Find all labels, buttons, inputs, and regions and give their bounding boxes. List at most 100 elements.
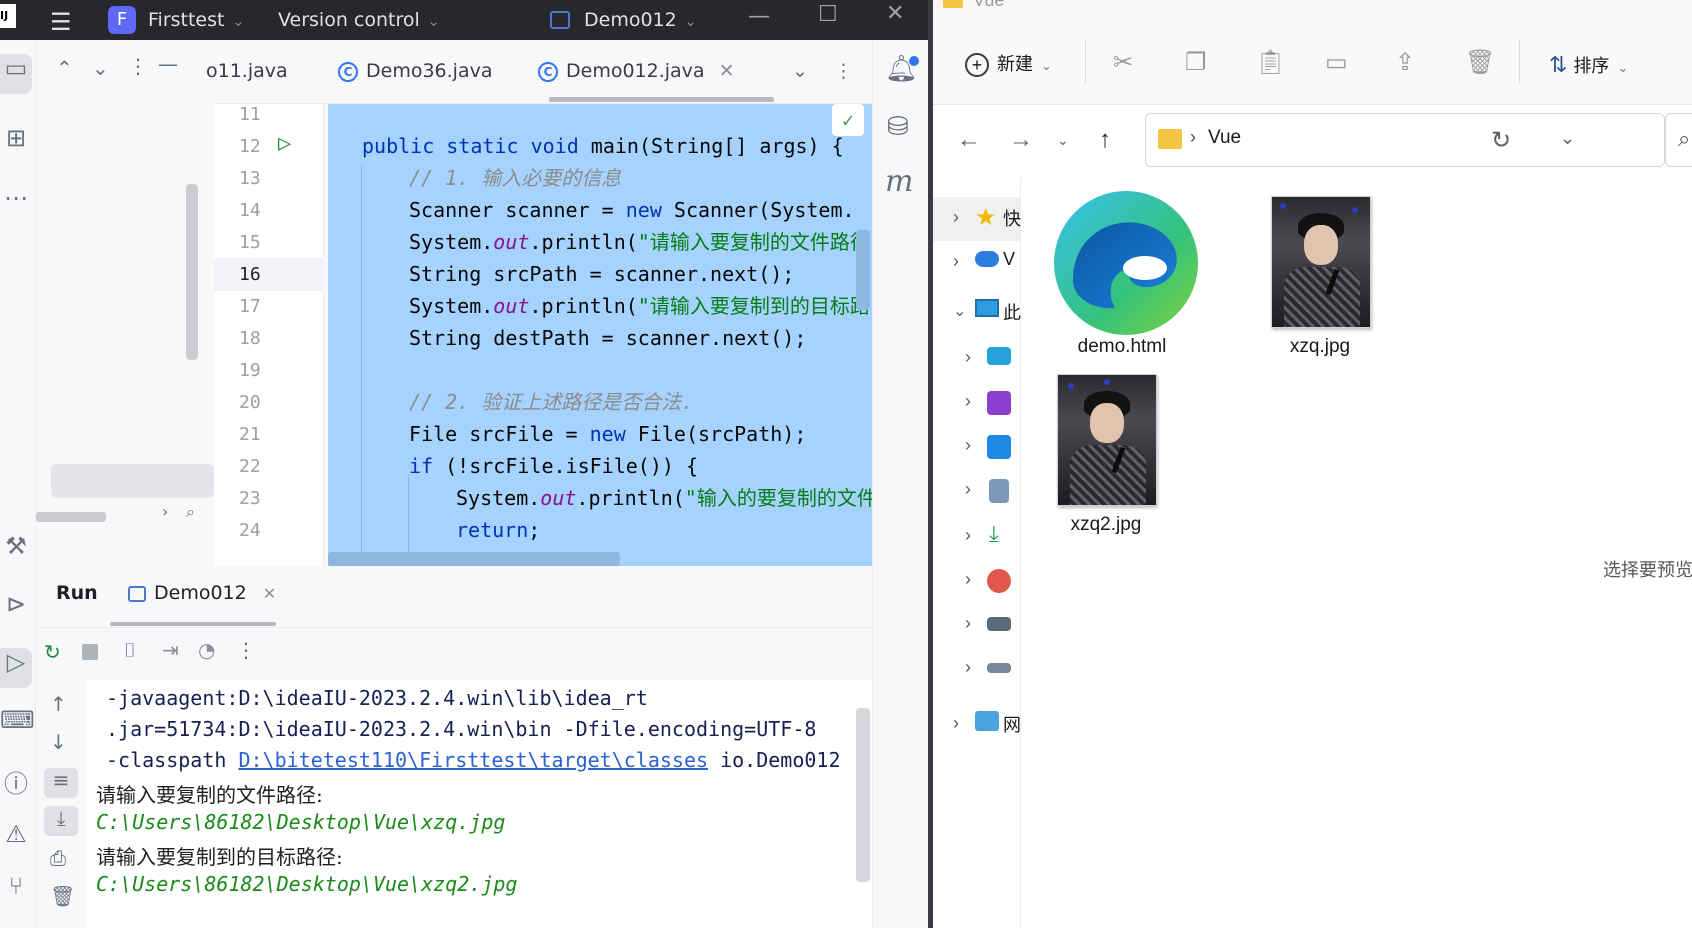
nav-network[interactable]: › 网	[933, 703, 1021, 747]
maven-icon[interactable]: m	[885, 164, 913, 199]
run-gutter-icon[interactable]: ▷	[278, 131, 291, 156]
git-icon[interactable]: ⑂	[0, 872, 32, 912]
nav-onedrive[interactable]: › V	[933, 241, 1021, 285]
delete-icon[interactable]: 🗑︎	[1465, 48, 1495, 77]
options-icon[interactable]: ⋮	[128, 54, 148, 78]
editor-horizontal-scrollbar[interactable]	[328, 552, 620, 566]
structure-icon[interactable]: ⊞	[0, 124, 32, 164]
folder-icon	[1158, 129, 1182, 149]
back-arrow-icon[interactable]: ←	[957, 126, 981, 154]
rename-icon[interactable]: ▭	[1325, 48, 1348, 77]
line-number: 24	[239, 520, 261, 541]
refresh-icon[interactable]: ↻	[1491, 126, 1511, 155]
tab-demo36[interactable]: C Demo36.java	[338, 60, 492, 82]
tab-close-icon[interactable]: ✕	[719, 60, 735, 82]
project-scrollbar[interactable]	[186, 184, 198, 360]
nav-pictures[interactable]: ›	[933, 425, 1021, 469]
paste-icon[interactable]: 📋︎	[1255, 48, 1285, 77]
terminal-icon[interactable]: ⌨	[0, 706, 35, 746]
horizontal-scrollbar[interactable]	[36, 512, 106, 522]
clear-trash-icon[interactable]: 🗑︎	[50, 884, 75, 908]
project-scroll-track[interactable]	[51, 464, 214, 498]
project-selector[interactable]: Firsttest ⌄	[148, 9, 244, 31]
nav-music[interactable]: ›	[933, 559, 1021, 603]
toolbar-separator	[1519, 40, 1520, 84]
close-icon[interactable]: ✕	[886, 1, 904, 26]
collapse-all-icon[interactable]: ⌄	[92, 56, 109, 80]
maximize-icon[interactable]: ☐	[818, 2, 838, 27]
stop-icon[interactable]	[82, 644, 98, 660]
file-item[interactable]: xzq2.jpg	[1017, 364, 1195, 538]
scroll-up-icon[interactable]: ↑	[50, 692, 67, 716]
editor-vertical-scrollbar[interactable]	[856, 230, 870, 310]
build-icon[interactable]: ⚒	[0, 532, 32, 572]
expand-all-icon[interactable]: ⌃	[56, 56, 73, 80]
run-tab-close-icon[interactable]: ✕	[263, 584, 276, 603]
project-badge[interactable]: F	[108, 6, 136, 34]
recent-chevron-icon[interactable]: ⌄	[1057, 132, 1069, 149]
scroll-to-end-icon[interactable]: ⤓	[44, 806, 78, 836]
nav-this-pc[interactable]: ⌄ 此	[933, 291, 1021, 335]
rerun-icon[interactable]: ↻	[44, 640, 61, 664]
more-tools-icon[interactable]: ⋯	[0, 184, 32, 224]
nav-desktop[interactable]: ›	[933, 337, 1021, 381]
run-tool-icon[interactable]: ▷	[0, 648, 32, 688]
minimize-icon[interactable]: —	[748, 4, 770, 29]
address-bar[interactable]: › Vue ⌄	[1145, 113, 1665, 167]
search-box[interactable]: ⌕	[1665, 113, 1692, 167]
file-item[interactable]: xzq.jpg	[1231, 186, 1409, 360]
project-tool-folder-icon[interactable]: ▭	[0, 54, 32, 94]
chevron-right-icon[interactable]: ›	[162, 502, 168, 521]
problems-icon[interactable]: ⓘ	[0, 764, 32, 804]
search-everywhere-icon[interactable]: ⌕	[186, 502, 195, 522]
warning-icon[interactable]: ⚠	[0, 820, 32, 860]
address-history-chevron-icon[interactable]: ⌄	[1560, 128, 1575, 149]
console-scrollbar[interactable]	[856, 708, 870, 882]
vcs-selector[interactable]: Version control ⌄	[278, 9, 440, 31]
sort-button[interactable]: ⇅ 排序 ⌄	[1549, 52, 1628, 78]
database-icon[interactable]: ⛁	[887, 112, 909, 142]
cut-icon[interactable]: ✂	[1113, 48, 1133, 77]
nav-downloads[interactable]: › ⤓	[933, 515, 1021, 559]
hide-panel-icon[interactable]: —	[158, 52, 178, 76]
nav-drive-d[interactable]: ›	[933, 647, 1021, 691]
classpath-link[interactable]: D:\bitetest110\Firsttest\target\classes	[238, 748, 708, 772]
forward-arrow-icon[interactable]: →	[1009, 126, 1033, 154]
up-arrow-icon[interactable]: ↑	[1099, 126, 1111, 154]
more-options-icon[interactable]: ⋮	[236, 638, 256, 662]
camera-icon[interactable]: ⌷	[124, 638, 136, 662]
run-console[interactable]: -javaagent:D:\ideaIU-2023.2.4.win\lib\id…	[86, 680, 872, 928]
restore-layout-icon[interactable]: ⇥	[162, 638, 179, 662]
tab-list-chevron-icon[interactable]: ⌄	[792, 60, 808, 82]
main-menu-icon[interactable]: ☰	[50, 8, 72, 36]
toolbar-separator	[1085, 40, 1086, 84]
run-tab-underline	[110, 622, 276, 626]
services-icon[interactable]: ⊳	[0, 590, 32, 630]
nav-drive-c[interactable]: ›	[933, 603, 1021, 647]
chevron-right-icon: ›	[953, 713, 959, 733]
tab-demo012[interactable]: C Demo012.java ✕	[538, 60, 735, 82]
file-name: demo.html	[1077, 336, 1167, 357]
print-icon[interactable]: ⎙	[50, 846, 66, 870]
line-number: 11	[239, 104, 261, 125]
run-tab-demo012[interactable]: Demo012 ✕	[128, 582, 276, 604]
nav-videos[interactable]: ›	[933, 381, 1021, 425]
soft-wrap-icon[interactable]: ≡	[44, 768, 78, 798]
nav-documents[interactable]: ›	[933, 469, 1021, 513]
tab-o11[interactable]: o11.java	[206, 60, 288, 82]
nav-quick-access[interactable]: › ★ 快	[933, 197, 1021, 241]
search-icon: ⌕	[1678, 126, 1691, 151]
scroll-down-icon[interactable]: ↓	[50, 730, 67, 754]
share-icon[interactable]: ⇪	[1395, 48, 1415, 77]
preview-hint: 选择要预览	[1603, 560, 1692, 580]
run-config-selector[interactable]: Demo012 ⌄	[584, 9, 696, 31]
inspection-ok-icon[interactable]: ✓	[832, 104, 864, 136]
tab-options-icon[interactable]: ⋮	[834, 60, 853, 82]
coverage-icon[interactable]: ◔	[198, 638, 215, 662]
code-editor[interactable]: public static void main(String[] args) {…	[328, 104, 872, 566]
file-item[interactable]: demo.html	[1033, 186, 1211, 360]
breadcrumb-vue[interactable]: Vue	[1208, 127, 1241, 149]
new-button[interactable]: + 新建 ⌄	[965, 50, 1052, 78]
code-line-23: System.out.println("输入的要复制的文件	[456, 486, 872, 510]
copy-icon[interactable]: ❐	[1185, 48, 1207, 77]
